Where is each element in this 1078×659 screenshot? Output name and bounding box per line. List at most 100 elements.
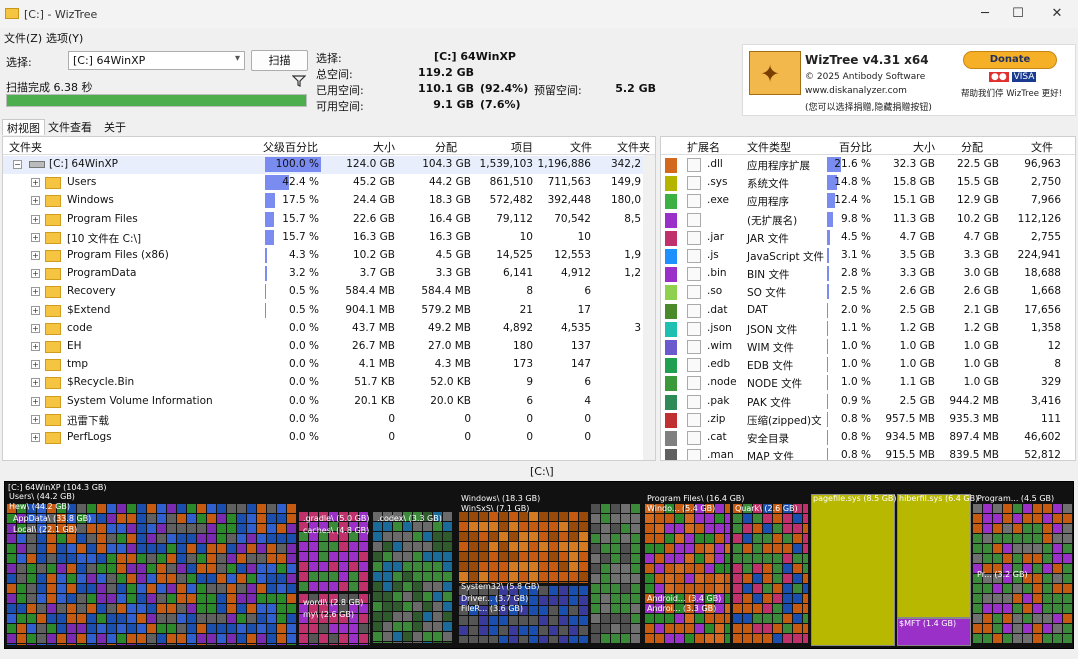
col-parent-pct[interactable]: 父级百分比 bbox=[263, 139, 318, 155]
table-row[interactable]: + $Recycle.Bin 0.0 % 51.7 KB 52.0 KB 9 6 bbox=[3, 374, 643, 392]
table-row[interactable]: + code 0.0 % 43.7 MB 49.2 MB 4,892 4,535 3 bbox=[3, 320, 643, 338]
menu-file[interactable]: 文件(Z) bbox=[4, 30, 42, 46]
maximize-icon[interactable]: ☐ bbox=[1008, 4, 1028, 24]
table-row[interactable]: .bin BIN 文件 2.8 % 3.3 GB 3.0 GB 18,688 bbox=[661, 265, 1075, 283]
treemap-block bbox=[519, 552, 528, 561]
expand-toggle[interactable]: + bbox=[31, 433, 40, 442]
table-row[interactable]: .so SO 文件 2.5 % 2.6 GB 2.6 GB 1,668 bbox=[661, 283, 1075, 301]
expand-toggle[interactable]: − bbox=[13, 160, 22, 169]
table-row[interactable]: − [C:] 64WinXP 100.0 % 124.0 GB 104.3 GB 1,53… bbox=[3, 156, 643, 174]
treemap-block bbox=[611, 574, 620, 583]
scan-button[interactable]: 扫描 bbox=[251, 50, 308, 71]
table-row[interactable]: .node NODE 文件 1.0 % 1.1 GB 1.0 GB 329 bbox=[661, 374, 1075, 392]
donate-button[interactable]: Donate bbox=[963, 51, 1057, 69]
table-row[interactable]: + Program Files 15.7 % 22.6 GB 16.4 GB 79,112… bbox=[3, 211, 643, 229]
table-row[interactable]: (无扩展名) 9.8 % 11.3 GB 10.2 GB 112,126 bbox=[661, 211, 1075, 229]
treemap-block bbox=[569, 512, 578, 521]
col-percent[interactable]: 百分比 bbox=[839, 139, 872, 155]
filter-icon[interactable] bbox=[292, 74, 306, 88]
table-row[interactable]: .sys 系统文件 14.8 % 15.8 GB 15.5 GB 2,750 bbox=[661, 174, 1075, 192]
col-type-alloc[interactable]: 分配 bbox=[961, 139, 983, 155]
expand-toggle[interactable]: + bbox=[31, 214, 40, 224]
table-row[interactable]: + Users 42.4 % 45.2 GB 44.2 GB 861,510 711,563… bbox=[3, 174, 643, 192]
treemap-block bbox=[47, 544, 56, 553]
treemap-block bbox=[403, 582, 412, 591]
table-row[interactable]: + EH 0.0 % 26.7 MB 27.0 MB 180 137 bbox=[3, 338, 643, 356]
col-size[interactable]: 大小 bbox=[373, 139, 395, 155]
expand-toggle[interactable]: + bbox=[31, 305, 40, 315]
table-row[interactable]: .cat 安全目录 0.8 % 934.5 MB 897.4 MB 46,602 bbox=[661, 429, 1075, 447]
minimize-icon[interactable]: ─ bbox=[975, 4, 995, 24]
menu-options[interactable]: 选项(Y) bbox=[46, 30, 83, 46]
treemap-block bbox=[705, 524, 714, 533]
table-row[interactable]: .js JavaScript 文件 3.1 % 3.5 GB 3.3 GB 224,941 bbox=[661, 247, 1075, 265]
expand-toggle[interactable]: + bbox=[31, 342, 40, 351]
table-row[interactable]: .man MAP 文件 0.8 % 915.5 MB 839.5 MB 52,812 bbox=[661, 447, 1075, 460]
table-row[interactable]: .dat DAT 2.0 % 2.5 GB 2.1 GB 17,656 bbox=[661, 302, 1075, 320]
brand-site-link[interactable]: www.diskanalyzer.com bbox=[805, 86, 907, 96]
table-row[interactable]: .exe 应用程序 12.4 % 15.1 GB 12.9 GB 7,966 bbox=[661, 192, 1075, 210]
table-row[interactable]: + tmp 0.0 % 4.1 MB 4.3 MB 173 147 bbox=[3, 356, 643, 374]
treemap-block bbox=[773, 534, 782, 543]
table-row[interactable]: + PerfLogs 0.0 % 0 0 0 0 bbox=[3, 429, 643, 447]
drive-select[interactable]: [C:] 64WinXP ▾ bbox=[68, 51, 245, 70]
col-type-size[interactable]: 大小 bbox=[913, 139, 935, 155]
table-row[interactable]: + Program Files (x86) 4.3 % 10.2 GB 4.5 GB 14… bbox=[3, 247, 643, 265]
col-alloc[interactable]: 分配 bbox=[435, 139, 457, 155]
expand-toggle[interactable]: + bbox=[31, 287, 40, 297]
treemap-block bbox=[393, 532, 402, 541]
expand-toggle[interactable]: + bbox=[31, 269, 40, 279]
expand-toggle[interactable]: + bbox=[31, 196, 40, 206]
table-row[interactable]: .dll 应用程序扩展 21.6 % 32.3 GB 22.5 GB 96,963 bbox=[661, 156, 1075, 174]
file-types-panel[interactable]: 扩展名 文件类型 百分比 大小 分配 文件 .dll 应用程序扩展 21.6 % 32… bbox=[660, 136, 1076, 461]
tab-file-view[interactable]: 文件查看 bbox=[44, 119, 96, 135]
col-files[interactable]: 文件 bbox=[570, 139, 592, 155]
expand-toggle[interactable]: + bbox=[31, 251, 40, 260]
tree-view-panel[interactable]: 文件夹 父级百分比 大小 分配 项目 文件 文件夹 − [C:] 64WinXP 1… bbox=[2, 136, 656, 461]
type-size-value: 1.2 GB bbox=[899, 321, 935, 334]
treemap-block bbox=[763, 514, 772, 523]
table-row[interactable]: + System Volume Information 0.0 % 20.1 KB 20… bbox=[3, 393, 643, 411]
col-folder[interactable]: 文件夹 bbox=[9, 139, 42, 155]
table-row[interactable]: .edb EDB 文件 1.0 % 1.0 GB 1.0 GB 8 bbox=[661, 356, 1075, 374]
treemap-block bbox=[393, 592, 402, 601]
expand-toggle[interactable]: + bbox=[31, 323, 40, 333]
type-color-swatch bbox=[665, 230, 677, 246]
table-row[interactable]: .jar JAR 文件 4.5 % 4.7 GB 4.7 GB 2,755 bbox=[661, 229, 1075, 247]
table-row[interactable]: + ProgramData 3.2 % 3.7 GB 3.3 GB 6,141 4,912 1… bbox=[3, 265, 643, 283]
col-items[interactable]: 项目 bbox=[511, 139, 533, 155]
table-row[interactable]: + $Extend 0.5 % 904.1 MB 579.2 MB 21 17 bbox=[3, 302, 643, 320]
treemap-block bbox=[601, 554, 610, 563]
type-color-swatch bbox=[665, 158, 677, 173]
table-row[interactable]: + Windows 17.5 % 24.4 GB 18.3 GB 572,482 392,4… bbox=[3, 192, 643, 210]
col-type-files[interactable]: 文件 bbox=[1031, 139, 1053, 155]
col-extension[interactable]: 扩展名 bbox=[687, 139, 720, 155]
close-icon[interactable]: ✕ bbox=[1047, 4, 1067, 24]
table-row[interactable]: .pak PAK 文件 0.9 % 2.5 GB 944.2 MB 3,416 bbox=[661, 393, 1075, 411]
treemap[interactable]: [C:] 64WinXP (104.3 GB) Users\ (44.2 GB) H… bbox=[4, 481, 1074, 649]
tab-about[interactable]: 关于 bbox=[100, 119, 130, 135]
table-row[interactable]: .json JSON 文件 1.1 % 1.2 GB 1.2 GB 1,358 bbox=[661, 320, 1075, 338]
table-row[interactable]: .wim WIM 文件 1.0 % 1.0 GB 1.0 GB 12 bbox=[661, 338, 1075, 356]
treemap-block bbox=[257, 514, 266, 523]
extension-value: .edb bbox=[707, 358, 731, 371]
treemap-block bbox=[459, 636, 468, 643]
expand-toggle[interactable]: + bbox=[31, 396, 40, 406]
expand-toggle[interactable]: + bbox=[31, 360, 40, 370]
expand-toggle[interactable]: + bbox=[31, 378, 40, 388]
items-value: 180 bbox=[512, 340, 533, 352]
table-row[interactable]: + Recovery 0.5 % 584.4 MB 584.4 MB 8 6 bbox=[3, 283, 643, 301]
expand-toggle[interactable]: + bbox=[31, 232, 40, 242]
tab-tree-view[interactable]: 树视图 bbox=[2, 119, 45, 135]
folder-name: [10 文件在 C:\] bbox=[67, 232, 142, 245]
type-files-value: 12 bbox=[1047, 340, 1061, 352]
col-file-type[interactable]: 文件类型 bbox=[747, 139, 791, 155]
tree-scrollbar[interactable] bbox=[643, 155, 655, 460]
expand-toggle[interactable]: + bbox=[31, 178, 40, 188]
table-row[interactable]: + [10 文件在 C:\] 15.7 % 16.3 GB 16.3 GB 10 10 bbox=[3, 229, 643, 247]
table-row[interactable]: + 迅雷下载 0.0 % 0 0 0 0 bbox=[3, 411, 643, 429]
col-folders[interactable]: 文件夹 bbox=[617, 139, 650, 155]
expand-toggle[interactable]: + bbox=[31, 414, 40, 424]
table-row[interactable]: .zip 压缩(zipped)文 0.8 % 957.5 MB 935.3 MB 111 bbox=[661, 411, 1075, 429]
treemap-block bbox=[187, 624, 196, 633]
